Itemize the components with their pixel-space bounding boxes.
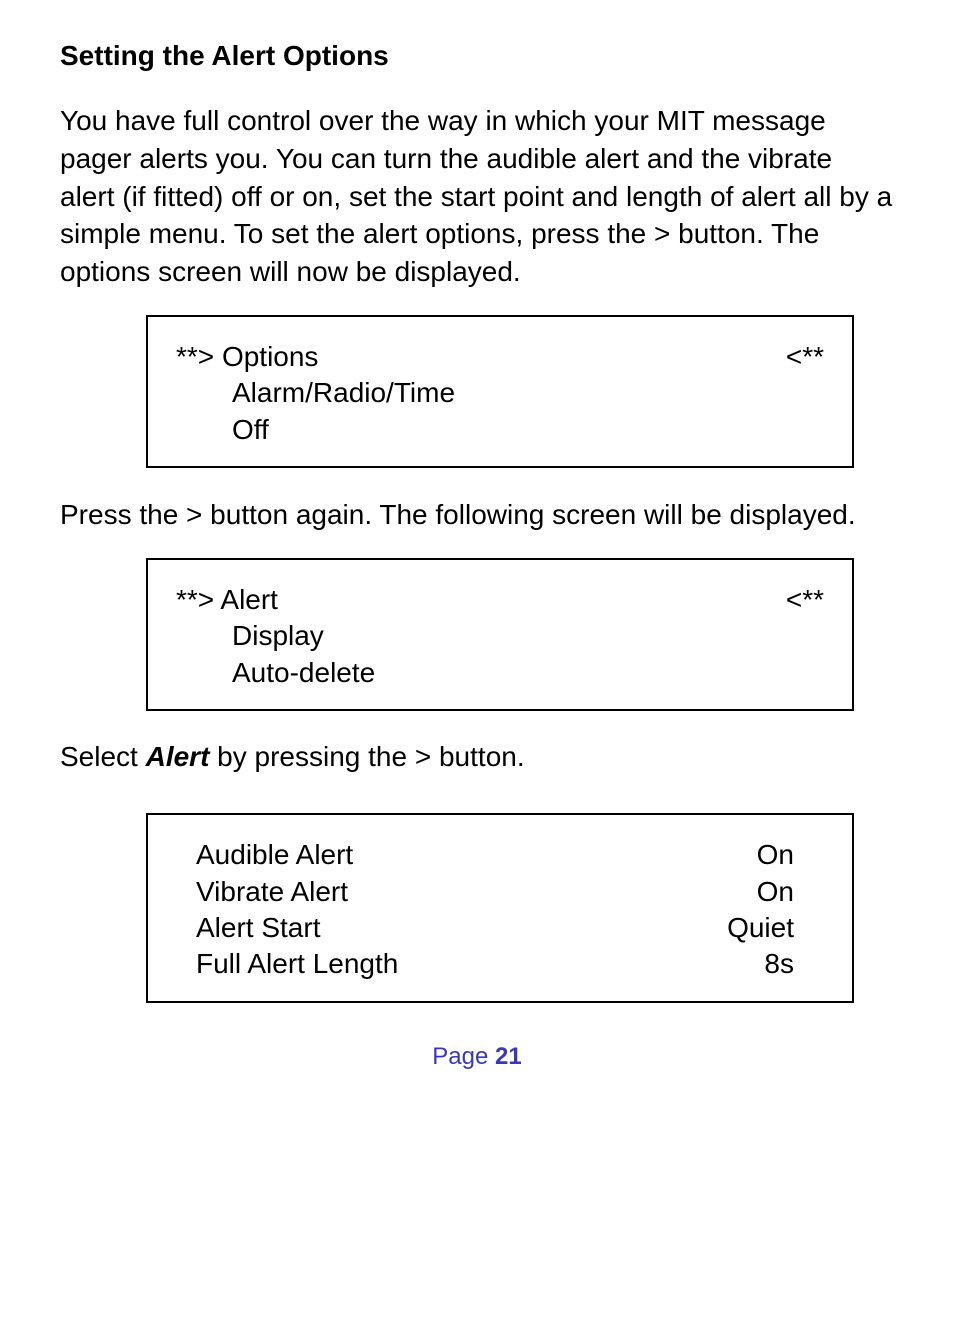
select-post: by pressing the > button.: [209, 741, 524, 772]
screen2-line1-text: Alert: [220, 584, 278, 615]
paragraph-3: Select Alert by pressing the > button.: [60, 741, 894, 773]
page-content: Setting the Alert Options You have full …: [0, 0, 954, 1071]
setting-value: 8s: [764, 946, 794, 982]
screen1-line1-left: **> Options: [176, 339, 318, 375]
setting-label: Full Alert Length: [196, 946, 398, 982]
screen2-mark-left: **>: [176, 584, 220, 615]
footer-label: Page: [432, 1043, 495, 1070]
setting-row-0: Audible Alert On: [176, 837, 824, 873]
screen2-row1: **> Alert <**: [176, 582, 824, 618]
screen2-mark-right: <**: [786, 582, 824, 618]
screen1-mark-left: **>: [176, 341, 222, 372]
setting-label: Alert Start: [196, 910, 320, 946]
select-bold: Alert: [146, 741, 210, 772]
screen1-row1: **> Options <**: [176, 339, 824, 375]
setting-label: Vibrate Alert: [196, 874, 348, 910]
screen1-line3: Off: [176, 412, 824, 448]
screen1-line2: Alarm/Radio/Time: [176, 375, 824, 411]
screen2-line3: Auto-delete: [176, 655, 824, 691]
setting-label: Audible Alert: [196, 837, 353, 873]
setting-row-2: Alert Start Quiet: [176, 910, 824, 946]
screen2-line1-left: **> Alert: [176, 582, 278, 618]
screen2-line2: Display: [176, 618, 824, 654]
paragraph-2: Press the > button again. The following …: [60, 496, 894, 534]
select-pre: Select: [60, 741, 146, 772]
setting-value: Quiet: [727, 910, 794, 946]
setting-row-1: Vibrate Alert On: [176, 874, 824, 910]
paragraph-1: You have full control over the way in wh…: [60, 102, 894, 291]
screen1-line1-text: Options: [222, 341, 319, 372]
setting-value: On: [757, 874, 794, 910]
screen-display-1: **> Options <** Alarm/Radio/Time Off: [146, 315, 854, 468]
setting-value: On: [757, 837, 794, 873]
setting-row-3: Full Alert Length 8s: [176, 946, 824, 982]
screen-display-2: **> Alert <** Display Auto-delete: [146, 558, 854, 711]
screen-display-3: Audible Alert On Vibrate Alert On Alert …: [146, 813, 854, 1003]
section-heading: Setting the Alert Options: [60, 40, 894, 72]
footer-number: 21: [495, 1043, 522, 1070]
page-footer: Page 21: [60, 1043, 894, 1071]
screen1-mark-right: <**: [786, 339, 824, 375]
